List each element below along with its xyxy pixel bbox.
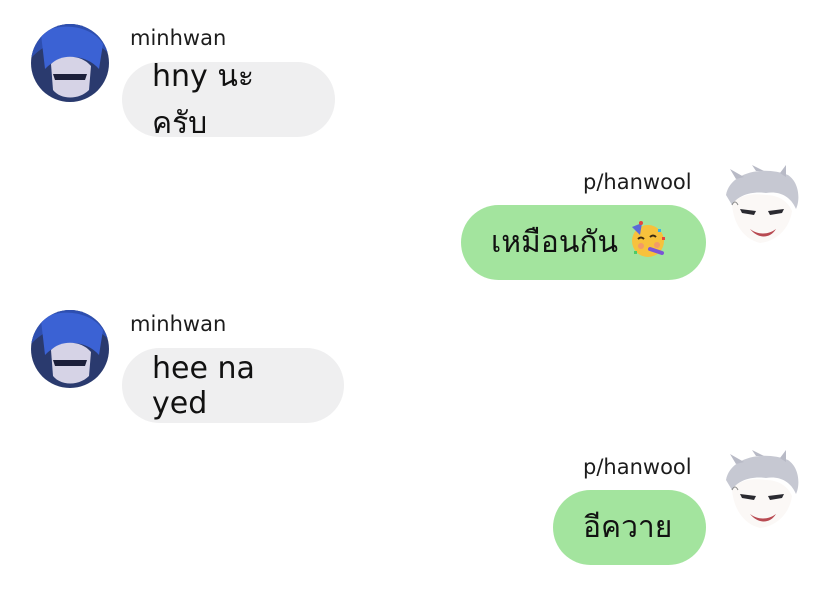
message-bubble-outgoing[interactable]: อีควาย xyxy=(553,490,706,565)
sender-name: p/hanwool xyxy=(583,170,692,194)
message-text: hee na yed xyxy=(152,350,255,421)
p-hanwool-avatar[interactable] xyxy=(722,165,800,245)
message-text: อีควาย xyxy=(583,510,673,545)
message-bubble-incoming[interactable]: hee na yed xyxy=(122,348,344,423)
partying-face-icon xyxy=(628,219,668,267)
message-bubble-outgoing[interactable]: เหมือนกัน xyxy=(461,205,706,280)
p-hanwool-avatar[interactable] xyxy=(722,450,800,530)
message-bubble-incoming[interactable]: hny นะครับ xyxy=(122,59,335,141)
sender-name: minhwan xyxy=(130,312,227,336)
message-text: เหมือนกัน xyxy=(491,225,619,260)
minhwan-avatar[interactable] xyxy=(31,24,109,102)
message-text: hny นะครับ xyxy=(152,58,254,141)
minhwan-avatar[interactable] xyxy=(31,310,109,388)
sender-name: p/hanwool xyxy=(583,455,692,479)
sender-name: minhwan xyxy=(130,26,227,50)
